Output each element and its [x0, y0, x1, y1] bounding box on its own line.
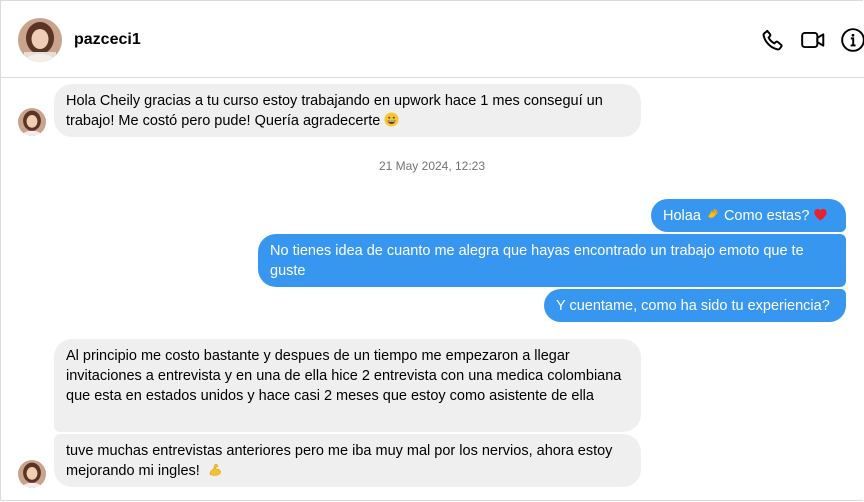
waving-hand-emoji [707, 208, 718, 219]
chat-header: pazceci1 [0, 0, 864, 78]
message-text: Holaa [663, 208, 701, 224]
message-text: Al principio me costo bastante y despues… [66, 348, 622, 404]
avatar[interactable] [18, 108, 46, 136]
flexed-biceps-emoji [209, 463, 221, 476]
avatar[interactable] [18, 18, 62, 62]
message-text: Y cuentame, como ha sido tu experiencia? [556, 298, 830, 314]
message-text: Como estas? [723, 208, 810, 224]
red-heart-emoji [814, 208, 828, 221]
message-bubble[interactable]: Y cuentame, como ha sido tu experiencia? [544, 289, 846, 322]
message-bubble[interactable]: Hola Cheily gracias a tu curso estoy tra… [54, 84, 641, 137]
username[interactable]: pazceci1 [74, 31, 141, 49]
phone-icon[interactable] [760, 27, 786, 53]
avatar[interactable] [18, 460, 46, 488]
message-text: No tienes idea de cuanto me alegra que h… [270, 243, 804, 279]
message-bubble[interactable]: No tienes idea de cuanto me alegra que h… [258, 234, 846, 287]
timestamp: 21 May 2024, 12:23 [378, 159, 486, 173]
grinning-face-emoji [384, 112, 399, 127]
message-bubble[interactable]: tuve muchas entrevistas anteriores pero … [54, 434, 641, 487]
video-icon[interactable] [800, 27, 826, 53]
message-text: tuve muchas entrevistas anteriores pero … [66, 443, 613, 479]
message-bubble[interactable]: Al principio me costo bastante y despues… [54, 339, 641, 432]
message-text: Hola Cheily gracias a tu curso estoy tra… [66, 93, 603, 129]
info-icon[interactable] [840, 27, 864, 53]
message-bubble[interactable]: Holaa Como estas? [651, 199, 846, 232]
